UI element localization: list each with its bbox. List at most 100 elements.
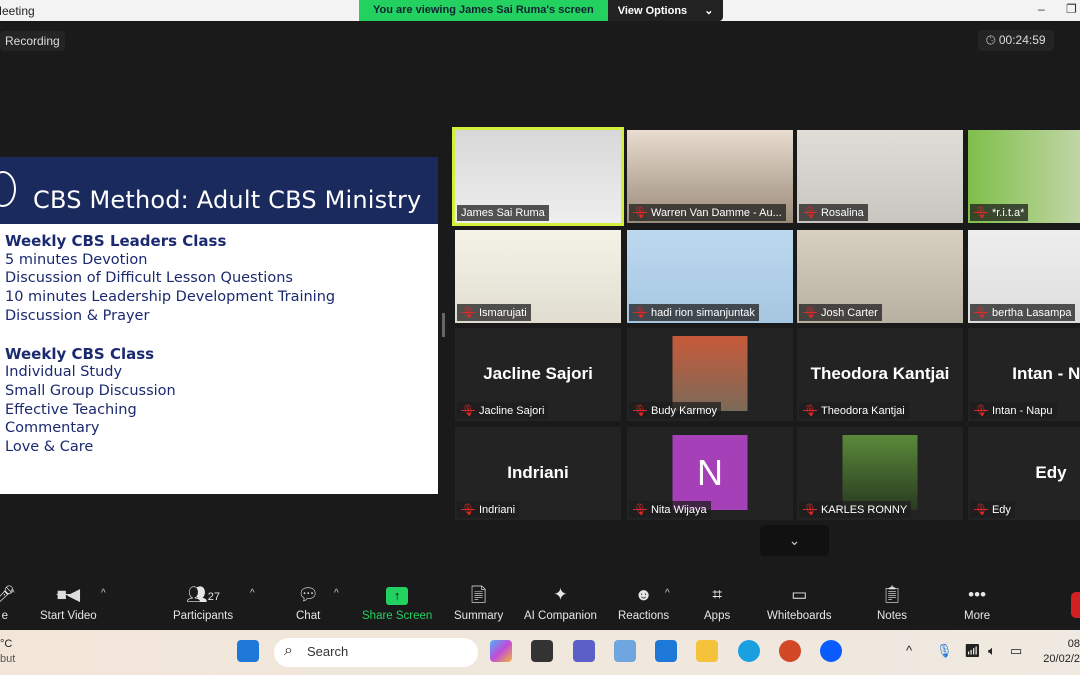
- section-heading: Weekly CBS Class: [5, 344, 155, 363]
- restore-button[interactable]: ❐: [1066, 2, 1077, 16]
- participant-tile[interactable]: 🎙︎ *r.i.t.a*: [968, 130, 1080, 223]
- share-screen-button[interactable]: ↑ Share Screen: [362, 584, 432, 622]
- participant-tile[interactable]: 🎙︎ Budy Karmoy: [627, 328, 793, 421]
- participant-tile[interactable]: James Sai Ruma: [452, 127, 624, 226]
- view-options-button[interactable]: View Options ⌄: [607, 0, 724, 21]
- ai-companion-button[interactable]: ✦ AI Companion: [524, 584, 597, 622]
- clock-icon: 🕓︎: [986, 33, 996, 47]
- meeting-timer[interactable]: 🕓︎ 00:24:59: [978, 30, 1054, 51]
- participant-tile[interactable]: 🎙︎ Ismarujati: [455, 230, 621, 323]
- bullet: Love & Care: [5, 439, 94, 456]
- participant-tile[interactable]: Edy 🎙︎ Edy: [968, 427, 1080, 520]
- recording-badge[interactable]: Recording: [0, 31, 65, 51]
- participant-name-label: 🎙︎ bertha Lasampa: [970, 304, 1076, 321]
- participant-name: hadi rion simanjuntak: [650, 306, 755, 319]
- participant-name-label: 🎙︎ Warren Van Damme - Au...: [629, 204, 786, 221]
- participant-name: *r.i.t.a*: [991, 206, 1025, 219]
- file-explorer-icon[interactable]: [696, 640, 718, 662]
- split-drag-handle[interactable]: [442, 313, 445, 337]
- show-more-chevron-button[interactable]: ⌄: [760, 525, 829, 556]
- participants-button[interactable]: 👥︎27 Participants: [173, 584, 233, 622]
- zoom-icon[interactable]: [820, 640, 842, 662]
- summary-label: Summary: [454, 610, 504, 622]
- share-screen-icon: ↑: [386, 587, 409, 605]
- participant-name-label: 🎙︎ Budy Karmoy: [629, 402, 721, 419]
- whiteboards-button[interactable]: ▭ Whiteboards: [767, 584, 832, 622]
- participants-caret-icon[interactable]: ^: [250, 588, 255, 599]
- participant-name: Josh Carter: [820, 306, 878, 319]
- mic-muted-icon: 🎙︎: [974, 405, 988, 417]
- reaction-icon: ☻: [634, 585, 653, 604]
- mic-muted-icon: 🎙︎: [461, 504, 475, 516]
- taskbar-clock[interactable]: 08 20/02/2: [1040, 637, 1080, 667]
- view-options-label: View Options: [617, 5, 688, 17]
- participant-tile[interactable]: 🎙︎ Rosalina: [797, 130, 963, 223]
- mic-muted-icon: 🎙︎: [633, 307, 647, 319]
- reactions-caret-icon[interactable]: ^: [665, 588, 670, 599]
- viewing-banner: You are viewing James Sai Ruma's screen …: [359, 0, 724, 21]
- chat-caret-icon[interactable]: ^: [334, 588, 339, 599]
- start-video-button[interactable]: ■◀ Start Video: [40, 584, 97, 622]
- participant-tile[interactable]: Indriani 🎙︎ Indriani: [455, 427, 621, 520]
- participant-tile[interactable]: Theodora Kantjai 🎙︎ Theodora Kantjai: [797, 328, 963, 421]
- copilot-icon[interactable]: [490, 640, 512, 662]
- tray-overflow-icon[interactable]: ^: [906, 643, 912, 658]
- participant-name-label: 🎙︎ Jacline Sajori: [457, 402, 549, 419]
- participant-tile[interactable]: 🎙︎ Josh Carter: [797, 230, 963, 323]
- more-label: More: [964, 610, 991, 622]
- mic-muted-icon: 🎙︎: [803, 207, 817, 219]
- participant-display-name: Theodora Kantjai: [810, 364, 950, 383]
- participant-tile[interactable]: Intan - Na 🎙︎Intan - Napu: [968, 328, 1080, 421]
- chat-label: Chat: [296, 610, 321, 622]
- participant-name-label: 🎙︎ Indriani: [457, 501, 520, 518]
- calendar-icon[interactable]: [655, 640, 677, 662]
- apps-label: Apps: [704, 610, 731, 622]
- participant-name-label: 🎙︎ *r.i.t.a*: [970, 204, 1029, 221]
- notes-button[interactable]: 📋︎ Notes: [877, 584, 907, 622]
- section-heading: Weekly CBS Leaders Class: [5, 232, 227, 250]
- participant-name: James Sai Ruma: [461, 207, 545, 219]
- taskbar-search[interactable]: ⌕ Search: [274, 638, 478, 667]
- powerpoint-icon[interactable]: [779, 640, 801, 662]
- minimize-button[interactable]: –: [1038, 2, 1045, 16]
- participant-tile[interactable]: N 🎙︎ Nita Wijaya: [627, 427, 793, 520]
- participant-name-label: 🎙︎ hadi rion simanjuntak: [629, 304, 759, 321]
- edge-icon[interactable]: [738, 640, 760, 662]
- participant-name: bertha Lasampa: [991, 306, 1072, 319]
- participant-tile[interactable]: 🎙︎ bertha Lasampa: [968, 230, 1080, 323]
- bullet: 5 minutes Devotion: [5, 251, 148, 268]
- microphone-icon[interactable]: 🎙︎: [936, 643, 953, 659]
- timer-value: 00:24:59: [998, 33, 1046, 47]
- participant-name: Budy Karmoy: [650, 404, 717, 417]
- reactions-button[interactable]: ☻ Reactions: [618, 584, 669, 622]
- mic-muted-icon: 🎙︎: [633, 504, 647, 516]
- participant-tile[interactable]: Jacline Sajori 🎙︎ Jacline Sajori: [455, 328, 621, 421]
- wifi-icon[interactable]: 📶︎: [964, 643, 981, 659]
- video-caret-icon[interactable]: ^: [101, 588, 106, 599]
- participant-tile[interactable]: 🎙︎ hadi rion simanjuntak: [627, 230, 793, 323]
- participant-tile[interactable]: 🎙︎ Warren Van Damme - Au...: [627, 130, 793, 223]
- summary-button[interactable]: 📄︎ Summary: [454, 584, 503, 622]
- cbs-logo-icon: [0, 171, 16, 207]
- app-icon[interactable]: [614, 640, 636, 662]
- end-meeting-button[interactable]: [1071, 592, 1080, 618]
- volume-icon[interactable]: 🔈︎: [988, 643, 996, 659]
- chat-button[interactable]: 💬︎ Chat: [296, 584, 320, 622]
- participants-icon: 👥︎: [186, 585, 208, 604]
- participant-name: Intan - Napu: [991, 404, 1053, 417]
- apps-button[interactable]: ⌗ Apps: [704, 584, 730, 622]
- weather-widget[interactable]: °C but: [0, 637, 15, 667]
- search-icon: ⌕: [284, 642, 293, 659]
- more-button[interactable]: ••• More: [964, 584, 990, 622]
- participant-tile[interactable]: 🎙︎ KARLES RONNY: [797, 427, 963, 520]
- participant-name-label: 🎙︎ Rosalina: [799, 204, 868, 221]
- video-off-icon: ■◀: [56, 585, 81, 604]
- participant-name-label: 🎙︎ KARLES RONNY: [799, 501, 912, 518]
- task-view-icon[interactable]: [531, 640, 553, 662]
- teams-icon[interactable]: [573, 640, 595, 662]
- windows-start-icon[interactable]: [237, 640, 259, 662]
- participant-name-label: 🎙︎ Intan - Napu: [970, 402, 1057, 419]
- audio-caret-icon[interactable]: ^: [10, 588, 15, 599]
- battery-icon[interactable]: ▭: [1010, 643, 1022, 659]
- mic-muted-icon: 🎙︎: [461, 307, 475, 319]
